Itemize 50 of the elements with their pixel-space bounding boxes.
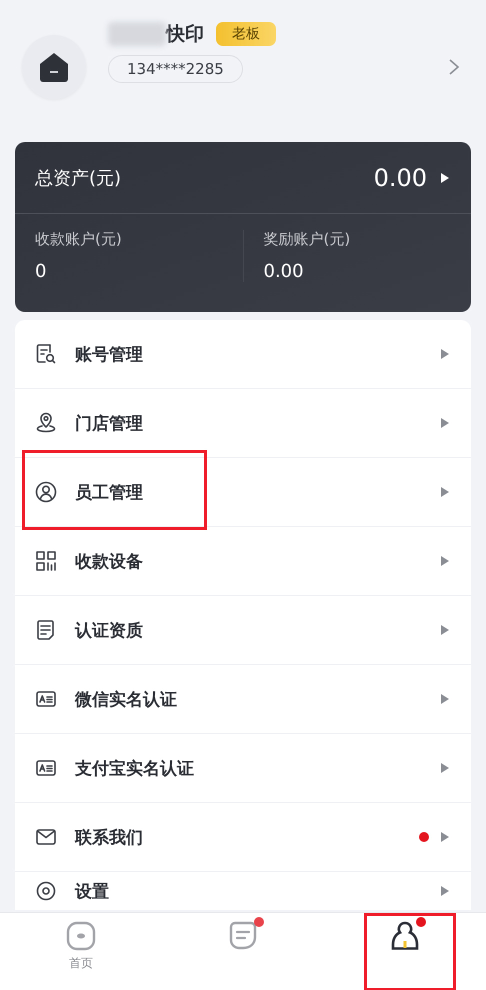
triangle-right-icon: [441, 418, 449, 428]
menu-item[interactable]: 支付宝实名认证: [15, 734, 471, 803]
menu-item[interactable]: 门店管理: [15, 389, 471, 458]
triangle-right-icon: [441, 625, 449, 635]
qr-grid-icon: [35, 550, 57, 572]
menu-label: 账号管理: [75, 344, 143, 366]
account-value: 0.00: [264, 261, 305, 282]
document-search-icon: [35, 343, 57, 365]
gear-icon: [35, 880, 57, 902]
blurred-text: [108, 22, 166, 46]
menu-item[interactable]: 微信实名认证: [15, 665, 471, 734]
assets-card[interactable]: 总资产(元) 0.00 收款账户(元) 0 奖励账户(元) 0.00: [15, 142, 471, 312]
menu-item[interactable]: 联系我们: [15, 803, 471, 872]
menu-item[interactable]: 认证资质: [15, 596, 471, 665]
account-value: 0: [35, 261, 48, 282]
menu-label: 设置: [75, 880, 109, 902]
triangle-right-icon: [441, 694, 449, 704]
menu-label: 支付宝实名认证: [75, 758, 194, 780]
menu-item[interactable]: 收款设备: [15, 527, 471, 596]
total-assets-label: 总资产(元): [35, 166, 122, 190]
menu-label: 微信实名认证: [75, 688, 177, 710]
menu-item[interactable]: 员工管理: [15, 458, 471, 527]
account-label: 收款账户(元): [35, 230, 123, 249]
document-icon: [35, 619, 57, 641]
menu-label: 联系我们: [75, 826, 143, 848]
chevron-right-icon[interactable]: [448, 58, 460, 76]
triangle-right-icon: [441, 886, 449, 896]
menu-item[interactable]: 设置: [15, 872, 471, 910]
role-badge: 老板: [216, 22, 276, 46]
menu-item[interactable]: 账号管理: [15, 320, 471, 389]
triangle-right-icon: [441, 172, 449, 182]
triangle-right-icon: [441, 487, 449, 497]
menu-label: 收款设备: [75, 550, 143, 572]
triangle-right-icon: [441, 832, 449, 842]
triangle-right-icon: [441, 349, 449, 359]
envelope-icon: [35, 826, 57, 848]
menu-label: 门店管理: [75, 412, 143, 434]
person-circle-icon: [35, 481, 57, 503]
phone-number: 134****2285: [108, 55, 243, 83]
home-icon: [64, 919, 98, 953]
total-assets-value: 0.00: [374, 164, 427, 192]
triangle-right-icon: [441, 763, 449, 773]
account-label: 奖励账户(元): [264, 230, 352, 249]
menu-label: 认证资质: [75, 620, 143, 642]
id-card-icon: [35, 757, 57, 779]
location-pin-icon: [35, 412, 57, 434]
menu-label: 员工管理: [75, 482, 143, 504]
triangle-right-icon: [441, 556, 449, 566]
id-card-icon: [35, 688, 57, 710]
store-name: 快印: [166, 22, 204, 47]
